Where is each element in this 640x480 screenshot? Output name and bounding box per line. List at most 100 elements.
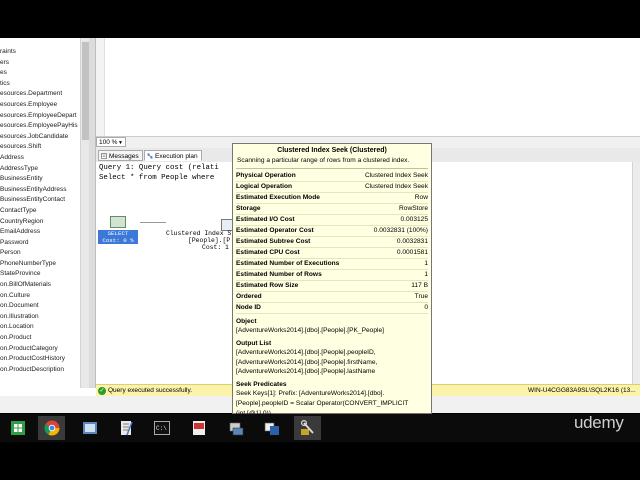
tooltip-output-list: [AdventureWorks2014].[dbo].[People].peop… — [236, 348, 428, 377]
tooltip-property-row: Estimated Row Size 117 B — [236, 281, 428, 292]
command-prompt-icon: C:\ — [153, 421, 170, 435]
tooltip-property-row: Estimated Operator Cost 0.0032831 (100%) — [236, 226, 428, 237]
select-node[interactable]: SELECT Cost: 0 % — [98, 216, 138, 244]
select-operator-icon — [110, 216, 126, 228]
tree-item[interactable]: on.BillOfMaterials — [0, 280, 80, 291]
tree-item[interactable]: tics — [0, 79, 80, 90]
taskbar-notepad[interactable] — [112, 416, 139, 440]
execution-plan-icon — [147, 153, 153, 159]
seek-predicate-line: Seek Keys[1]: Prefix: [AdventureWorks201… — [236, 390, 385, 398]
property-value: 0.0001581 — [396, 249, 428, 256]
property-name: Estimated Number of Executions — [236, 260, 340, 267]
select-node-name: SELECT — [107, 230, 129, 237]
tree-item[interactable]: BusinessEntityContact — [0, 195, 80, 206]
tree-item[interactable]: esources.JobCandidate — [0, 132, 80, 143]
taskbar-explorer[interactable] — [76, 416, 103, 440]
pane-splitter[interactable] — [89, 38, 96, 388]
tooltip-properties: Physical Operation Clustered Index Seek Lo… — [236, 171, 428, 314]
ssms-icon — [264, 422, 279, 435]
tree-item[interactable]: on.Culture — [0, 291, 80, 302]
tree-item[interactable]: Password — [0, 238, 80, 249]
property-name: Physical Operation — [236, 172, 296, 179]
output-list-line: [AdventureWorks2014].[dbo].[People].firs… — [236, 358, 378, 366]
tooltip-property-row: Estimated Subtree Cost 0.0032831 — [236, 237, 428, 248]
property-value: 117 B — [411, 282, 428, 289]
tree-item[interactable]: BusinessEntityAddress — [0, 185, 80, 196]
tree-item[interactable]: raints — [0, 47, 80, 58]
property-name: Estimated Number of Rows — [236, 271, 322, 278]
tree-item[interactable]: esources.EmployeeDepart — [0, 111, 80, 122]
query-text-line: Select * from People where — [99, 174, 215, 182]
property-name: Estimated Row Size — [236, 282, 299, 289]
media-icon — [192, 421, 205, 435]
tree-item[interactable]: on.Illustration — [0, 312, 80, 323]
property-value: Clustered Index Seek — [364, 172, 428, 179]
tooltip-property-row: Estimated CPU Cost 0.0001581 — [236, 248, 428, 259]
tree-item[interactable]: esources.Employee — [0, 100, 80, 111]
property-value: RowStore — [399, 205, 428, 212]
start-button[interactable] — [4, 416, 31, 440]
tooltip-object-value: [AdventureWorks2014].[dbo].[People].[PK_… — [236, 327, 384, 334]
tree-scroll-thumb[interactable] — [82, 42, 89, 140]
tab-messages-label: Messages — [109, 153, 139, 160]
tree-item[interactable]: on.Product — [0, 333, 80, 344]
tree-item[interactable]: on.ProductCostHistory — [0, 354, 80, 365]
taskbar-tools[interactable] — [294, 416, 321, 440]
tree-item[interactable]: esources.Department — [0, 89, 80, 100]
query-cost-line: Query 1: Query cost (relati — [99, 164, 219, 172]
property-value: 1 — [424, 271, 428, 278]
udemy-watermark: udemy — [574, 413, 624, 432]
tab-execution-plan[interactable]: Execution plan — [144, 150, 202, 161]
tree-item[interactable]: on.ProductCategory — [0, 344, 80, 355]
tree-item[interactable]: es — [0, 68, 80, 79]
network-icon — [229, 422, 243, 436]
tooltip-property-row: Estimated I/O Cost 0.003125 — [236, 215, 428, 226]
tree-item[interactable]: CountryRegion — [0, 217, 80, 228]
tree-item[interactable]: on.ProductDescription — [0, 365, 80, 376]
tooltip-description: Scanning a particular range of rows from… — [237, 157, 410, 164]
tree-item[interactable]: BusinessEntity — [0, 174, 80, 185]
tree-item[interactable]: EmailAddress — [0, 227, 80, 238]
property-value: 1 — [424, 260, 428, 267]
tooltip-property-row: Estimated Execution Mode Row — [236, 193, 428, 204]
taskbar-ssms[interactable] — [258, 416, 285, 440]
tooltip-property-row: Node ID 0 — [236, 303, 428, 314]
tree-item[interactable]: PhoneNumberType — [0, 259, 80, 270]
property-value: 0 — [424, 304, 428, 311]
property-name: Estimated Subtree Cost — [236, 238, 311, 245]
tree-item[interactable]: AddressType — [0, 164, 80, 175]
tree-item[interactable]: on.Location — [0, 322, 80, 333]
taskbar: C:\ — [0, 414, 640, 442]
tree-item[interactable]: esources.Shift — [0, 142, 80, 153]
plan-vertical-scrollbar[interactable] — [632, 162, 640, 384]
zoom-select[interactable]: 100 % ▼ — [96, 137, 126, 147]
tooltip-property-row: Storage RowStore — [236, 204, 428, 215]
tree-item[interactable]: Address — [0, 153, 80, 164]
tree-item[interactable]: ers — [0, 58, 80, 69]
seek-node-name: Clustered Index S — [166, 230, 232, 237]
file-explorer-icon — [82, 422, 97, 434]
taskbar-chrome[interactable] — [38, 416, 65, 440]
tree-item[interactable]: esources.EmployeePayHis — [0, 121, 80, 132]
taskbar-cmd[interactable]: C:\ — [148, 416, 175, 440]
seek-node-cost: Cost: 1 — [202, 244, 229, 251]
query-editor[interactable] — [96, 38, 640, 136]
taskbar-media[interactable] — [185, 416, 212, 440]
chrome-icon — [44, 420, 59, 436]
object-explorer-tree[interactable]: raints ers es tics esources.Department esourc… — [0, 38, 80, 388]
plan-connector-arrow — [140, 222, 166, 223]
tooltip-property-row: Estimated Number of Executions 1 — [236, 259, 428, 270]
tooltip-title: Clustered Index Seek (Clustered) — [277, 147, 387, 154]
operator-tooltip: Clustered Index Seek (Clustered) Scannin… — [232, 143, 432, 417]
property-value: 0.0032831 (100%) — [373, 227, 428, 234]
chevron-down-icon: ▼ — [118, 140, 123, 146]
tree-item[interactable]: StateProvince — [0, 269, 80, 280]
tree-item[interactable]: Person — [0, 248, 80, 259]
taskbar-network[interactable] — [222, 416, 249, 440]
tree-item[interactable]: ContactType — [0, 206, 80, 217]
tree-item[interactable]: on.Document — [0, 301, 80, 312]
svg-text:C:\: C:\ — [156, 425, 167, 432]
tab-messages[interactable]: Messages — [98, 150, 143, 161]
tools-icon — [300, 420, 314, 435]
tooltip-output-heading: Output List — [236, 339, 272, 347]
